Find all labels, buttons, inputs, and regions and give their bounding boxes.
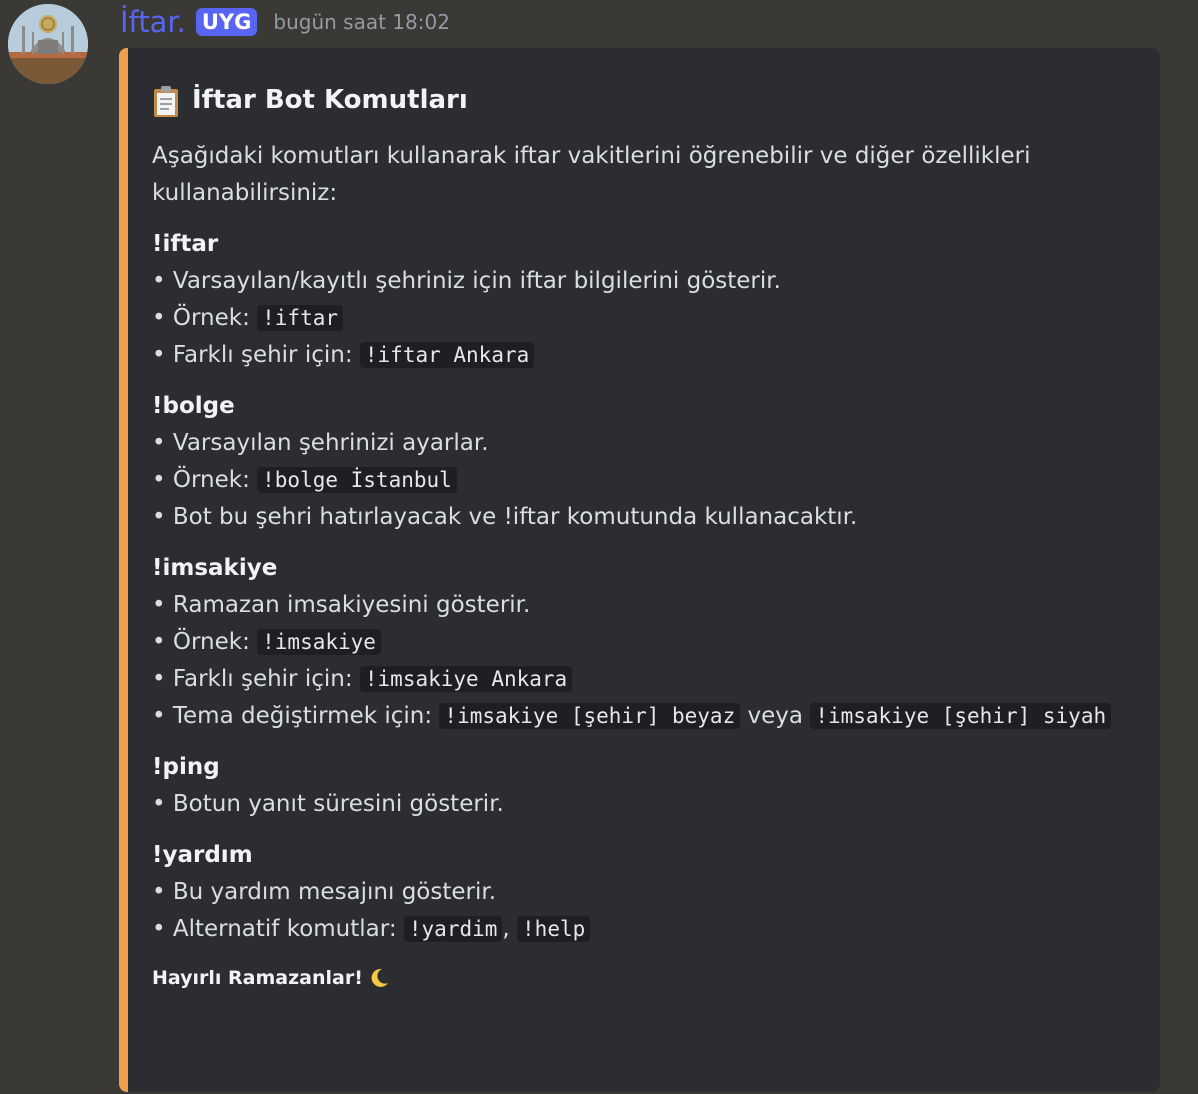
embed-footer: Hayırlı Ramazanlar! <box>152 966 1120 990</box>
command-heading-bolge: !bolge <box>152 393 235 419</box>
command-heading-ping: !ping <box>152 754 220 780</box>
list-item: • Ramazan imsakiyesini gösterir. <box>152 592 531 618</box>
avatar[interactable] <box>8 4 88 84</box>
intro-text: Aşağıdaki komutları kullanarak iftar vak… <box>152 143 1031 206</box>
list-item: • Bot bu şehri hatırlayacak ve !iftar ko… <box>152 504 858 530</box>
inline-code: !yardim <box>403 916 503 942</box>
embed-title: İftar Bot Komutları <box>152 84 1120 117</box>
mosque-avatar-image <box>8 4 88 84</box>
username[interactable]: İftar. <box>120 5 186 39</box>
list-item: • Farklı şehir için: !imsakiye Ankara <box>152 661 1120 698</box>
list-item: • Varsayılan şehrinizi ayarlar. <box>152 430 489 456</box>
inline-code: !iftar <box>257 305 343 331</box>
inline-code: !imsakiye [şehir] beyaz <box>439 703 741 729</box>
inline-code: !iftar Ankara <box>359 342 535 368</box>
inline-code: !imsakiye Ankara <box>359 666 573 692</box>
command-heading-yardim: !yardım <box>152 842 253 868</box>
app-tag-badge: UYG <box>195 8 258 36</box>
embed-content: İftar Bot Komutları Aşağıdaki komutları … <box>152 84 1120 990</box>
command-heading-iftar: !iftar <box>152 231 219 257</box>
crescent-moon-icon <box>367 966 391 990</box>
inline-code: !imsakiye [şehir] siyah <box>810 703 1112 729</box>
embed-title-text: İftar Bot Komutları <box>192 85 468 115</box>
list-item: • Bu yardım mesajını gösterir. <box>152 879 497 905</box>
clipboard-icon <box>152 84 180 117</box>
list-item: • Örnek: !iftar <box>152 300 1120 337</box>
embed-description: Aşağıdaki komutları kullanarak iftar vak… <box>152 138 1120 948</box>
list-item: • Örnek: !bolge İstanbul <box>152 462 1120 499</box>
list-item: • Örnek: !imsakiye <box>152 624 1120 661</box>
list-item: • Botun yanıt süresini gösterir. <box>152 791 504 817</box>
inline-code: !help <box>517 916 591 942</box>
footer-text: Hayırlı Ramazanlar! <box>152 967 363 989</box>
inline-code: !imsakiye <box>257 629 381 655</box>
list-item: • Alternatif komutlar: !yardim, !help <box>152 911 1120 948</box>
timestamp[interactable]: bugün saat 18:02 <box>273 10 450 34</box>
command-heading-imsakiye: !imsakiye <box>152 555 278 581</box>
list-item: • Tema değiştirmek için: !imsakiye [şehi… <box>152 698 1120 735</box>
embed: İftar Bot Komutları Aşağıdaki komutları … <box>119 48 1160 1092</box>
list-item: • Farklı şehir için: !iftar Ankara <box>152 337 1120 374</box>
list-item: • Varsayılan/kayıtlı şehriniz için iftar… <box>152 268 781 294</box>
message-header: İftar. UYG bugün saat 18:02 <box>120 2 450 42</box>
inline-code: !bolge İstanbul <box>257 467 457 493</box>
